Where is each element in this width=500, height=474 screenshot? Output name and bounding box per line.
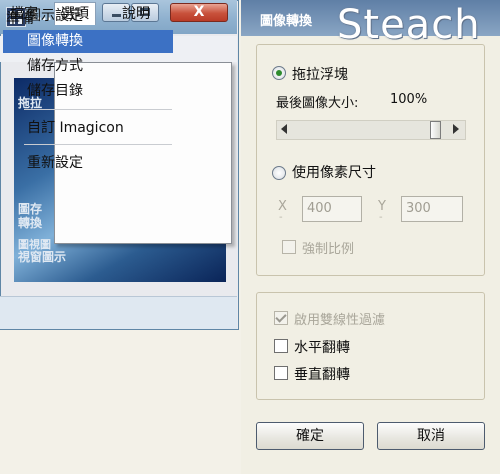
final-size-label: 最後圖像大小: [276, 96, 359, 111]
pixel-size-radio-label[interactable]: 使用像素尺寸 [292, 162, 376, 182]
keep-ratio-checkbox[interactable] [282, 240, 296, 254]
menu-item-reset[interactable]: 重新設定 [3, 152, 173, 175]
drag-slider-radio-label[interactable]: 拖拉浮塊 [292, 64, 348, 84]
slider-right-arrow-icon[interactable] [453, 124, 459, 134]
slider-left-arrow-icon[interactable] [281, 124, 287, 134]
pixel-size-radio[interactable] [272, 166, 286, 180]
menu-separator [24, 109, 172, 110]
slider-thumb[interactable] [430, 121, 441, 139]
y-underline-mark: - [379, 212, 383, 223]
final-size-value: 100% [390, 92, 428, 107]
preview-caption: 轉換 [18, 216, 43, 230]
menu-item-save-method[interactable]: 儲存方式 [3, 55, 173, 78]
ok-button[interactable]: 確定 [256, 422, 364, 450]
menu-separator [24, 144, 172, 145]
menu-item-image-convert[interactable]: 圖像轉換 [3, 30, 173, 53]
width-field[interactable]: 400 [302, 196, 362, 222]
menu-item-icon-settings[interactable]: 圖示設定 [3, 5, 173, 28]
status-bar [0, 296, 237, 329]
keep-ratio-label[interactable]: 強制比例 [302, 238, 354, 257]
menu-item-save-directory[interactable]: 儲存目錄 [3, 80, 173, 103]
cancel-button[interactable]: 取消 [377, 422, 485, 450]
x-underline-mark: - [279, 212, 283, 223]
drag-slider-radio[interactable] [272, 66, 286, 80]
horizontal-flip-label[interactable]: 水平翻轉 [294, 337, 350, 357]
preview-caption: 視窗圖示 [18, 250, 67, 264]
watermark-text: Steach [337, 2, 481, 48]
height-field[interactable]: 300 [401, 196, 463, 222]
vertical-flip-checkbox[interactable] [274, 366, 288, 380]
dialog-title: 圖像轉換 [260, 14, 313, 29]
vertical-flip-label[interactable]: 垂直翻轉 [294, 364, 350, 384]
bilinear-filter-checkbox[interactable] [274, 311, 288, 325]
horizontal-flip-checkbox[interactable] [274, 339, 288, 353]
menu-item-custom-imagicon[interactable]: 自訂 Imagicon [3, 117, 173, 140]
bilinear-filter-label[interactable]: 啟用雙線性過濾 [294, 309, 385, 328]
close-button[interactable]: X [170, 3, 228, 22]
